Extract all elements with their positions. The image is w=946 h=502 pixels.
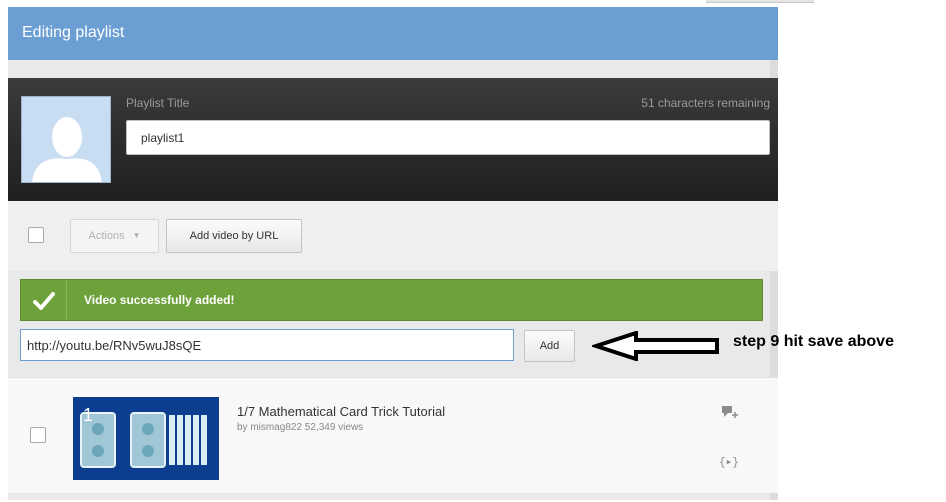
video-title[interactable]: 1/7 Mathematical Card Trick Tutorial xyxy=(237,404,445,419)
person-silhouette-icon[interactable] xyxy=(21,96,111,183)
video-index: 1 xyxy=(83,405,94,425)
page-title: Editing playlist xyxy=(22,24,125,41)
card-trick-thumbnail-image xyxy=(73,397,219,480)
video-meta: by mismag822 52,349 views xyxy=(237,422,364,433)
video-url-input[interactable] xyxy=(20,329,514,361)
add-url-button[interactable]: Add xyxy=(524,330,575,362)
chevron-down-icon: ▼ xyxy=(132,231,141,241)
editor-header: Editing playlist xyxy=(8,7,778,60)
notification-divider xyxy=(66,280,67,320)
annotation-text: step 9 hit save above xyxy=(733,333,894,350)
move-video-icon[interactable]: {▸} xyxy=(719,455,739,469)
playlist-editor-page: Editing playlist Playlist Title 51 chara… xyxy=(0,0,946,502)
add-video-by-url-label: Add video by URL xyxy=(189,230,279,242)
top-strip xyxy=(0,0,946,7)
success-message: Video successfully added! xyxy=(84,293,235,307)
add-note-icon[interactable] xyxy=(722,405,738,419)
playlist-title-input[interactable] xyxy=(126,120,770,155)
success-notification: Video successfully added! xyxy=(20,279,763,321)
add-url-label: Add xyxy=(539,340,560,352)
actions-dropdown-button[interactable]: Actions ▼ xyxy=(70,219,159,253)
playlist-title-label: Playlist Title xyxy=(126,96,190,110)
add-video-by-url-button[interactable]: Add video by URL xyxy=(166,219,302,253)
select-all-checkbox[interactable] xyxy=(28,227,44,243)
actions-label: Actions xyxy=(88,230,125,242)
characters-remaining: 51 characters remaining xyxy=(641,96,770,110)
video-thumbnail[interactable]: 1 xyxy=(73,397,219,480)
left-arrow-icon xyxy=(592,331,719,361)
video-select-checkbox[interactable] xyxy=(30,427,46,443)
checkmark-icon xyxy=(33,292,55,310)
browser-tab-edge xyxy=(706,0,814,3)
